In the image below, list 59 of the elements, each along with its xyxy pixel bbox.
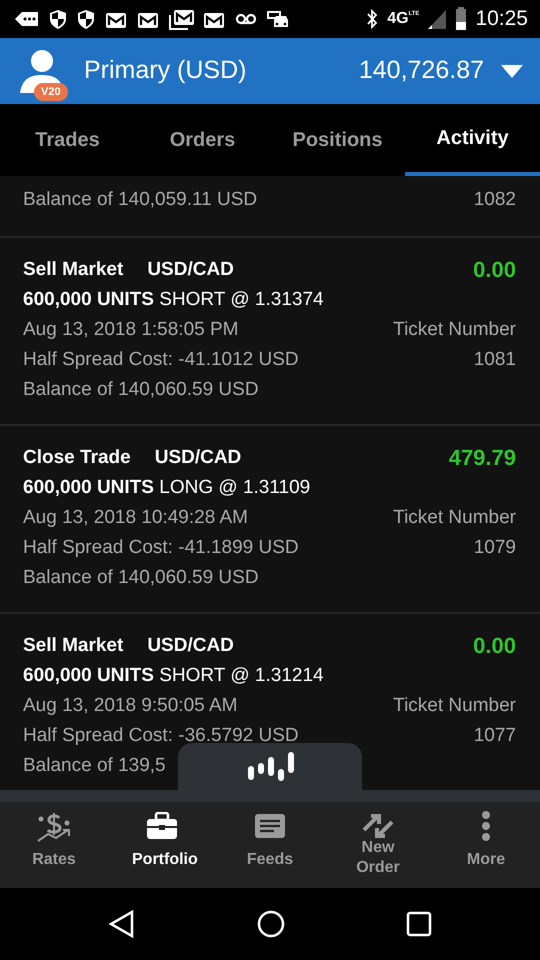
drawer-handle[interactable] [178, 743, 362, 790]
nav-tab[interactable]: More [432, 802, 540, 888]
balance-text: Balance of 140,060.59 USD [23, 566, 259, 590]
spread-cost: Half Spread Cost: -41.1899 USD [23, 536, 299, 560]
activity-date: Aug 13, 2018 10:49:28 AM [23, 506, 248, 530]
spread-cost: Half Spread Cost: -36.5792 USD [23, 724, 299, 748]
balance-text: Balance of 140,060.59 USD [23, 378, 259, 402]
candlestick-icon [246, 752, 294, 782]
currency-pair: USD/CAD [147, 258, 234, 282]
units-line: 600,000 UNITS SHORT @ 1.31214 [23, 664, 325, 688]
back-icon[interactable] [108, 909, 136, 939]
ticket-label: Ticket Number [393, 694, 516, 718]
activity-date: Aug 13, 2018 9:50:05 AM [23, 694, 238, 718]
news-icon [254, 812, 286, 840]
balance-text: Balance of 140,059.11 USD [23, 188, 258, 212]
units-line: 600,000 UNITS LONG @ 1.31109 [23, 476, 312, 500]
signal-icon [427, 8, 448, 30]
tab[interactable]: Trades [0, 104, 135, 176]
currency-pair: USD/CAD [154, 446, 242, 470]
mail-stack-icon [168, 7, 194, 31]
profit-amount: 0.00 [473, 632, 516, 660]
arrows-icon [362, 812, 394, 840]
balance-text: Balance of 139,5 [23, 754, 166, 778]
nav-tab[interactable]: Feeds [216, 802, 324, 888]
ticket-number: 1079 [474, 536, 516, 560]
dropdown-caret-icon[interactable] [500, 63, 524, 79]
activity-type: Sell Market [23, 258, 124, 282]
activity-type: Close Trade [23, 446, 131, 470]
ticket-label: Ticket Number [393, 506, 516, 530]
shield-icon [76, 8, 96, 30]
recents-icon[interactable] [406, 911, 432, 937]
activity-type: Sell Market [23, 634, 124, 658]
units-line: 600,000 UNITS SHORT @ 1.31374 [23, 288, 325, 312]
bluetooth-icon [365, 8, 380, 30]
account-balance: 140,726.87 [358, 55, 484, 86]
ticket-number: 1082 [474, 188, 516, 212]
ticket-number: 1081 [474, 348, 516, 372]
profit-amount: 479.79 [448, 444, 516, 472]
briefcase-icon [146, 812, 178, 840]
tab[interactable]: Orders [135, 104, 270, 176]
clock-time: 10:25 [475, 6, 528, 32]
version-badge: V20 [34, 82, 68, 101]
nav-tab[interactable]: Portfolio [108, 802, 216, 888]
car-icon [266, 8, 290, 30]
battery-icon [455, 7, 468, 31]
spread-cost: Half Spread Cost: -41.1012 USD [23, 348, 299, 372]
more-icon [480, 810, 492, 842]
network-type-label: 4G [387, 11, 409, 27]
shield-icon [48, 8, 68, 30]
ticket-number: 1077 [474, 724, 516, 748]
ticket-label: Ticket Number [393, 318, 516, 342]
home-icon[interactable] [256, 910, 285, 938]
nav-tab[interactable]: Rates [0, 802, 108, 888]
currency-pair: USD/CAD [147, 634, 234, 658]
tab[interactable]: Positions [270, 104, 405, 176]
account-name[interactable]: Primary (USD) [84, 52, 359, 90]
profit-amount: 0.00 [473, 256, 516, 284]
nav-tab[interactable]: New Order [324, 802, 432, 888]
activity-date: Aug 13, 2018 1:58:05 PM [23, 318, 238, 342]
